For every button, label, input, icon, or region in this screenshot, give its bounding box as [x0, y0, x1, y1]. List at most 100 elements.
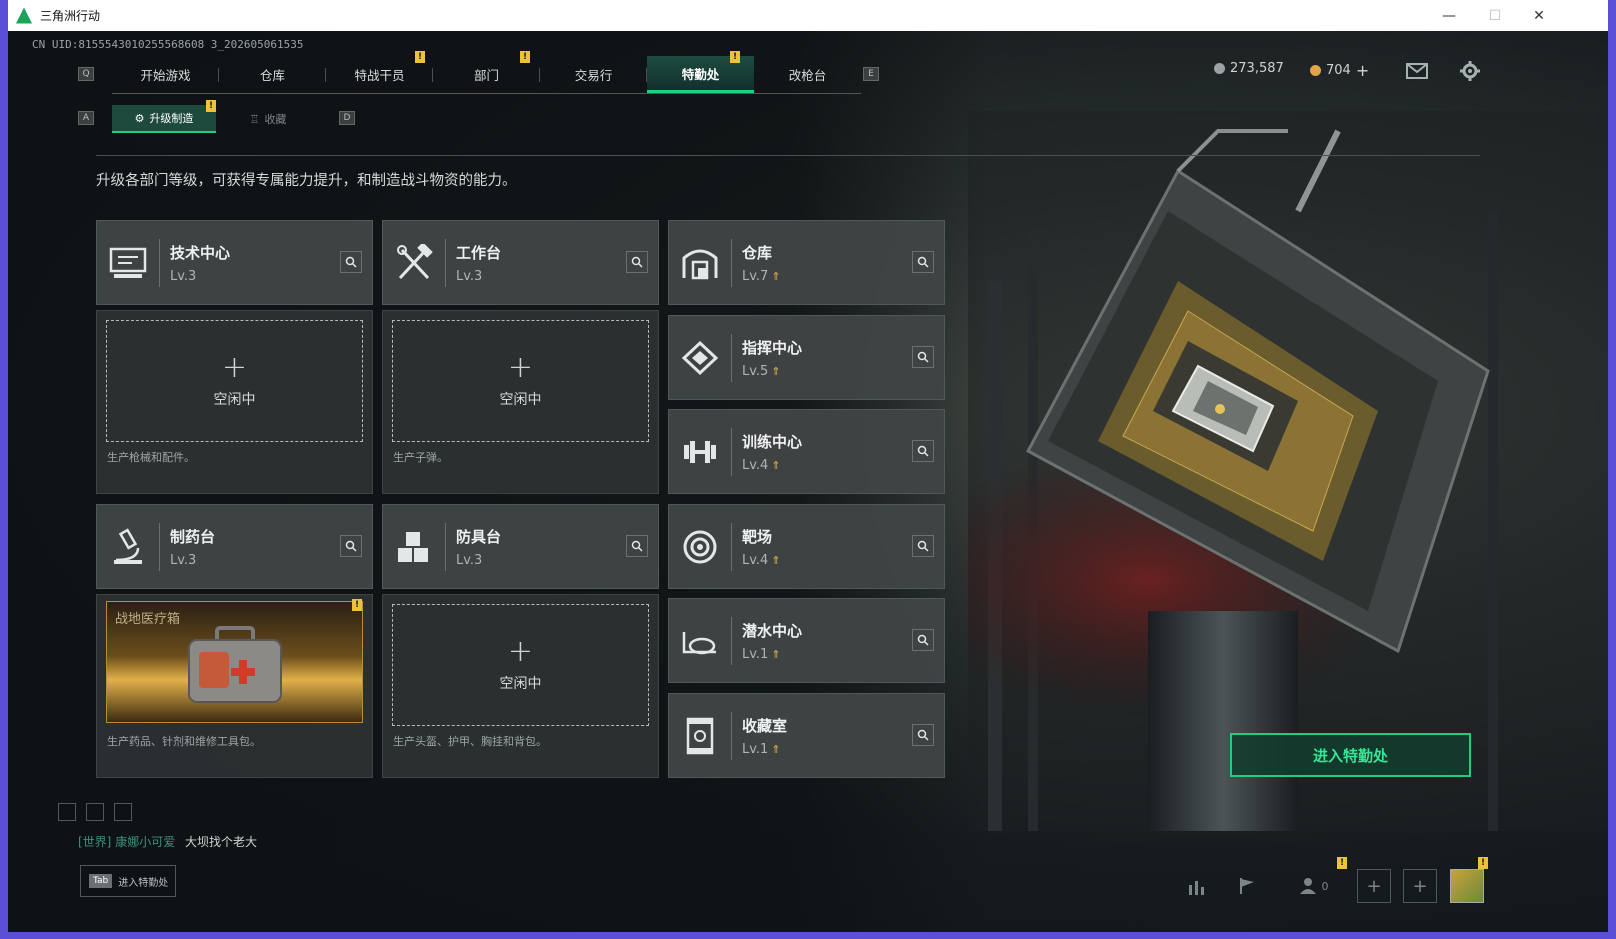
facility-level-row: Lv.5 ⇑	[742, 364, 802, 379]
add-currency-button[interactable]: +	[1356, 61, 1369, 80]
facility-level: Lv.3	[456, 268, 483, 284]
chip-icon	[669, 328, 731, 388]
facility-name: 制药台	[170, 527, 216, 546]
notify-badge-pharmacy: !	[352, 599, 362, 611]
add-party-slot-button[interactable]: +	[1357, 869, 1391, 903]
add-party-slot-button[interactable]: +	[1403, 869, 1437, 903]
search-icon[interactable]	[626, 535, 648, 557]
flag-icon[interactable]	[1230, 869, 1264, 903]
tab-trading[interactable]: 交易行	[540, 56, 647, 93]
subtab-collection[interactable]: ♖ 收藏	[216, 105, 320, 133]
subtab-upgrade-craft[interactable]: ⚙ 升级制造	[112, 105, 216, 133]
chat-message: 大坝找个老大	[185, 835, 258, 849]
facility-name: 仓库	[742, 243, 773, 262]
player-avatar[interactable]	[1450, 869, 1484, 903]
notify-badge-special-ops: !	[730, 51, 740, 63]
tab-warehouse[interactable]: 仓库	[219, 56, 326, 93]
search-icon[interactable]	[912, 251, 934, 273]
search-icon[interactable]	[912, 535, 934, 557]
warehouse-icon	[669, 233, 731, 293]
plus-icon: +	[507, 350, 534, 385]
facility-name: 训练中心	[742, 432, 803, 451]
title-bar: 三角洲行动 — ☐ ✕	[8, 0, 1608, 31]
hammer-wrench-icon	[383, 233, 445, 293]
workbench-craft-panel: + 空闲中 生产子弹。	[382, 310, 659, 494]
facility-command-center[interactable]: 指挥中心 Lv.5 ⇑	[668, 315, 945, 400]
tab-key: Tab	[89, 874, 113, 888]
quick-slot[interactable]	[86, 803, 104, 821]
facility-collection-room[interactable]: 收藏室 Lv.1 ⇑	[668, 693, 945, 778]
maximize-button[interactable]: ☐	[1472, 0, 1518, 31]
upgrade-available-icon: ⇑	[771, 458, 781, 472]
tech-craft-slot[interactable]: + 空闲中	[106, 320, 363, 442]
facility-level-row: Lv.4 ⇑	[742, 553, 781, 568]
search-icon[interactable]	[912, 346, 934, 368]
friends-button[interactable]: 0	[1288, 869, 1338, 903]
quick-slot[interactable]	[114, 803, 132, 821]
facility-pharmacy[interactable]: 制药台 Lv.3	[96, 504, 373, 589]
facility-level: Lv.1	[742, 741, 769, 757]
plus-icon: +	[1366, 875, 1382, 897]
tab-gunsmith[interactable]: 改枪台	[754, 56, 861, 93]
app-logo-icon	[16, 7, 32, 24]
tab-hint[interactable]: Tab 进入特勤处	[80, 865, 176, 897]
tab-start-game[interactable]: 开始游戏	[112, 56, 219, 93]
quick-slot[interactable]	[58, 803, 76, 821]
facility-shooting-range[interactable]: 靶场 Lv.4 ⇑	[668, 504, 945, 589]
tech-craft-panel: + 空闲中 生产枪械和配件。	[96, 310, 373, 494]
facility-name: 靶场	[742, 527, 773, 546]
pharmacy-craft-slot[interactable]: 战地医疗箱	[106, 601, 363, 723]
facility-level-row: Lv.4 ⇑	[742, 458, 802, 473]
window-title: 三角洲行动	[40, 9, 101, 23]
facility-level: Lv.4	[742, 457, 769, 473]
enter-special-ops-button[interactable]: 进入特勤处	[1230, 733, 1471, 777]
search-icon[interactable]	[626, 251, 648, 273]
facility-storage[interactable]: 仓库 Lv.7 ⇑	[668, 220, 945, 305]
facility-level: Lv.3	[456, 552, 483, 568]
tab-hint-label: 进入特勤处	[118, 877, 169, 889]
page-description: 升级各部门等级，可获得专属能力提升，和制造战斗物资的能力。	[96, 173, 517, 189]
upgrade-available-icon: ⇑	[771, 364, 781, 378]
search-icon[interactable]	[912, 724, 934, 746]
facility-name: 潜水中心	[742, 621, 803, 640]
app-window: 三角洲行动 — ☐ ✕ CN UID:8155543010255568608 3…	[8, 0, 1608, 932]
facility-level: Lv.3	[170, 552, 197, 568]
workbench-craft-slot[interactable]: + 空闲中	[392, 320, 649, 442]
slot-status: 空闲中	[499, 676, 542, 692]
notify-badge-upgrade: !	[206, 100, 216, 112]
medkit-icon	[188, 626, 282, 703]
facility-level: Lv.7	[742, 268, 769, 284]
notify-badge-operators: !	[415, 51, 425, 63]
stats-chart-icon[interactable]	[1180, 869, 1214, 903]
facility-training-center[interactable]: 训练中心 Lv.4 ⇑	[668, 409, 945, 494]
facility-armor-bench[interactable]: 防具台 Lv.3	[382, 504, 659, 589]
facility-name: 收藏室	[742, 716, 788, 735]
facility-diving-center[interactable]: 潜水中心 Lv.1 ⇑	[668, 598, 945, 683]
minimize-button[interactable]: —	[1426, 0, 1472, 31]
hotkey-q: Q	[78, 67, 94, 81]
facility-tech-center[interactable]: 技术中心 Lv.3	[96, 220, 373, 305]
facility-level-row: Lv.7 ⇑	[742, 269, 781, 284]
notify-badge-avatar: !	[1478, 857, 1488, 869]
search-icon[interactable]	[340, 535, 362, 557]
facility-workbench[interactable]: 工作台 Lv.3	[382, 220, 659, 305]
main-nav: 开始游戏 仓库 特战干员 部门 交易行 特勤处 改枪台	[112, 56, 861, 94]
armor-craft-slot[interactable]: + 空闲中	[392, 604, 649, 726]
plus-icon: +	[221, 350, 248, 385]
search-icon[interactable]	[340, 251, 362, 273]
search-icon[interactable]	[912, 629, 934, 651]
close-button[interactable]: ✕	[1516, 0, 1562, 31]
mail-icon[interactable]	[1406, 63, 1428, 79]
plus-icon: +	[507, 634, 534, 669]
facility-level-row: Lv.1 ⇑	[742, 742, 787, 757]
dumbbell-icon	[669, 422, 731, 482]
slot-description: 生产枪械和配件。	[107, 451, 195, 464]
settings-gear-icon[interactable]	[1460, 61, 1480, 81]
chat-line[interactable]: [世界] 康娜小可爱 大坝找个老大	[78, 833, 257, 850]
facility-name: 防具台	[456, 527, 502, 546]
premium-balance[interactable]: 704 +	[1310, 61, 1369, 80]
slot-status: 空闲中	[499, 392, 542, 408]
search-icon[interactable]	[912, 440, 934, 462]
upgrade-available-icon: ⇑	[771, 742, 781, 756]
chat-user[interactable]: 康娜小可爱	[115, 835, 175, 849]
